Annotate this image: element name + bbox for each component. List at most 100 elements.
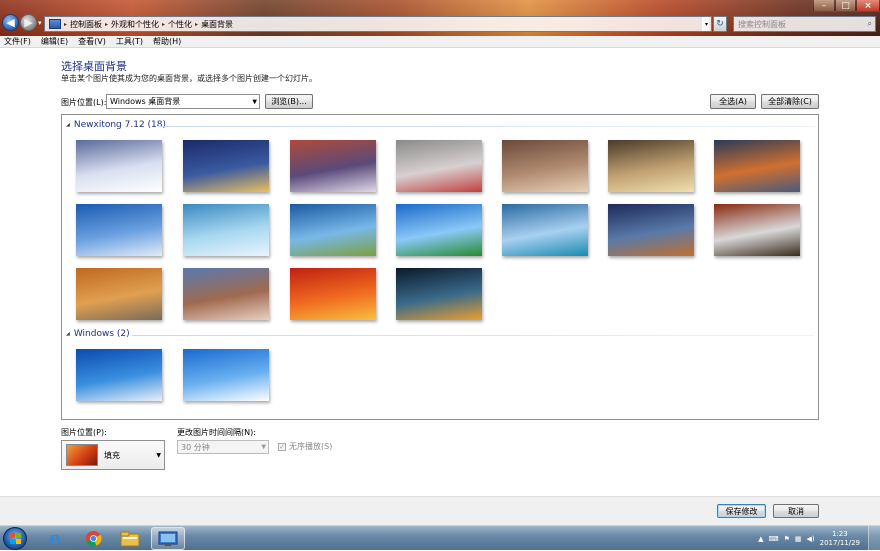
start-button[interactable] <box>3 527 27 550</box>
menu-help[interactable]: 帮助(H) <box>153 36 181 47</box>
cancel-button[interactable]: 取消 <box>773 504 819 518</box>
chevron-down-icon: ▼ <box>252 98 257 105</box>
group-title: Newxitong 7.12 (18) <box>73 120 167 130</box>
wallpaper-thumbnail-city-night-lights[interactable] <box>396 268 482 320</box>
forward-button[interactable]: ▶ <box>20 14 37 31</box>
menu-view[interactable]: 查看(V) <box>78 36 106 47</box>
main-content: 选择桌面背景 单击某个图片使其成为您的桌面背景，或选择多个图片创建一个幻灯片。 … <box>0 48 880 496</box>
chevron-down-icon: ▾ <box>704 20 708 28</box>
back-button[interactable]: ◀ <box>2 14 19 31</box>
wallpaper-thumbnail-wind-turbine[interactable] <box>290 204 376 256</box>
wallpaper-thumbnail-green-field-sky[interactable] <box>396 204 482 256</box>
chrome-icon <box>85 530 102 547</box>
wallpaper-thumbnail-daisies-blue[interactable] <box>183 349 269 401</box>
wallpaper-thumbnail-snow-cottage[interactable] <box>76 140 162 192</box>
taskbar: e ▲ ⌨ ⚑ ▦ ◀) 1:23 2017/11/29 <box>0 525 880 551</box>
wallpaper-thumbnail-sunset-snowfield[interactable] <box>290 140 376 192</box>
internet-explorer-icon: e <box>49 528 61 549</box>
group-header-newxitong[interactable]: ◢ Newxitong 7.12 (18) <box>66 120 166 130</box>
wallpaper-thumbnail-autumn-waterfall[interactable] <box>714 204 800 256</box>
clock[interactable]: 1:23 2017/11/29 <box>820 530 860 548</box>
taskbar-control-panel[interactable] <box>151 527 185 550</box>
taskbar-internet-explorer[interactable]: e <box>38 527 72 550</box>
menu-bar: 文件(F) 编辑(E) 查看(V) 工具(T) 帮助(H) <box>0 36 880 48</box>
show-desktop-button[interactable] <box>868 526 880 551</box>
breadcrumb-separator-icon[interactable]: ▸ <box>162 21 165 28</box>
menu-tools[interactable]: 工具(T) <box>116 36 143 47</box>
taskbar-explorer[interactable] <box>113 527 147 550</box>
page-subtitle: 单击某个图片使其成为您的桌面背景，或选择多个图片创建一个幻灯片。 <box>61 74 317 83</box>
shuffle-checkbox[interactable]: ✓ 无序播放(S) <box>278 441 332 452</box>
wallpaper-thumbnail-girl-portrait-1[interactable] <box>502 140 588 192</box>
wallpaper-thumbnail-high-sierra[interactable] <box>183 268 269 320</box>
page-title: 选择桌面背景 <box>61 60 127 73</box>
wallpaper-thumbnail-hallstatt-town[interactable] <box>608 204 694 256</box>
maximize-button[interactable]: □ <box>835 0 856 12</box>
breadcrumb-item-current[interactable]: 桌面背景 <box>201 19 233 30</box>
refresh-button[interactable]: ↻ <box>713 16 727 32</box>
group-divider <box>158 126 814 127</box>
wallpaper-thumbnail-windows7-default[interactable] <box>76 349 162 401</box>
refresh-icon: ↻ <box>716 19 724 29</box>
windows-logo-icon <box>9 533 21 544</box>
wallpaper-thumbnail-lake-sunset[interactable] <box>714 140 800 192</box>
dialog-footer: 保存修改 取消 <box>0 496 880 525</box>
menu-file[interactable]: 文件(F) <box>4 36 31 47</box>
breadcrumb-item[interactable]: 控制面板 <box>70 19 102 30</box>
wallpaper-thumbnail-christmas-village[interactable] <box>183 140 269 192</box>
clock-time: 1:23 <box>831 529 848 538</box>
volume-icon[interactable]: ◀) <box>807 535 815 543</box>
wallpaper-thumbnail-girl-portrait-2[interactable] <box>608 140 694 192</box>
picture-location-value: Windows 桌面背景 <box>110 97 181 106</box>
flag-icon[interactable]: ⚑ <box>784 535 790 543</box>
network-icon[interactable]: ▦ <box>795 535 802 543</box>
breadcrumb-item[interactable]: 个性化 <box>168 19 192 30</box>
collapse-triangle-icon[interactable]: ◢ <box>66 331 70 337</box>
address-bar[interactable]: ▸ 控制面板 ▸ 外观和个性化 ▸ 个性化 ▸ 桌面背景 <box>44 16 710 32</box>
keyboard-icon[interactable]: ⌨ <box>769 535 779 543</box>
clock-date: 2017/11/29 <box>819 538 860 547</box>
address-history-dropdown[interactable]: ▾ <box>702 16 712 32</box>
wallpaper-thumbnail-frosted-berries[interactable] <box>396 140 482 192</box>
save-changes-button[interactable]: 保存修改 <box>717 504 766 518</box>
breadcrumb-separator-icon[interactable]: ▸ <box>195 21 198 28</box>
taskbar-chrome[interactable] <box>76 527 110 550</box>
wallpaper-gallery[interactable]: ◢ Newxitong 7.12 (18) ◢ Windows (2) <box>61 114 819 420</box>
system-tray: ▲ ⌨ ⚑ ▦ ◀) 1:23 2017/11/29 <box>758 526 880 551</box>
interval-label: 更改图片时间间隔(N): <box>177 428 256 437</box>
collapse-triangle-icon[interactable]: ◢ <box>66 122 70 128</box>
search-icon: ⌕ <box>867 19 872 28</box>
picture-location-select[interactable]: Windows 桌面背景 ▼ <box>106 94 260 109</box>
wallpaper-thumbnail-ice-texture[interactable] <box>183 204 269 256</box>
breadcrumb-separator-icon[interactable]: ▸ <box>64 21 67 28</box>
forward-arrow-icon: ▶ <box>24 16 33 29</box>
show-hidden-icons-icon[interactable]: ▲ <box>758 535 763 543</box>
breadcrumb-separator-icon[interactable]: ▸ <box>105 21 108 28</box>
wallpaper-thumbnail-blue-snow-mountain[interactable] <box>76 204 162 256</box>
chevron-down-icon: ▼ <box>261 443 266 451</box>
picture-position-select[interactable]: 填充 ▼ <box>61 440 165 470</box>
interval-select[interactable]: 30 分钟 ▼ <box>177 440 269 454</box>
browse-button[interactable]: 浏览(B)... <box>265 94 313 109</box>
minimize-button[interactable]: – <box>813 0 835 12</box>
menu-edit[interactable]: 编辑(E) <box>41 36 68 47</box>
picture-position-value: 填充 <box>104 450 120 460</box>
control-panel-icon <box>49 19 61 29</box>
wallpaper-thumbnail-mountain-lake-blue[interactable] <box>502 204 588 256</box>
recent-pages-dropdown[interactable]: ▾ <box>38 19 42 27</box>
search-input[interactable]: 搜索控制面板 <box>738 19 786 30</box>
search-box[interactable]: 搜索控制面板 ⌕ <box>733 16 876 32</box>
chevron-down-icon: ▼ <box>156 451 161 459</box>
explorer-folder-icon <box>120 531 140 546</box>
close-button[interactable]: × <box>856 0 880 12</box>
back-arrow-icon: ◀ <box>6 16 15 29</box>
wallpaper-thumbnail-red-flower-macro[interactable] <box>290 268 376 320</box>
wallpaper-thumbnail-autumn-house[interactable] <box>76 268 162 320</box>
select-all-button[interactable]: 全选(A) <box>710 94 756 109</box>
clear-all-button[interactable]: 全部清除(C) <box>761 94 819 109</box>
picture-location-label: 图片位置(L): <box>61 98 107 107</box>
interval-value: 30 分钟 <box>181 442 210 452</box>
group-divider <box>132 335 814 336</box>
group-header-windows[interactable]: ◢ Windows (2) <box>66 329 130 339</box>
breadcrumb-item[interactable]: 外观和个性化 <box>111 19 159 30</box>
